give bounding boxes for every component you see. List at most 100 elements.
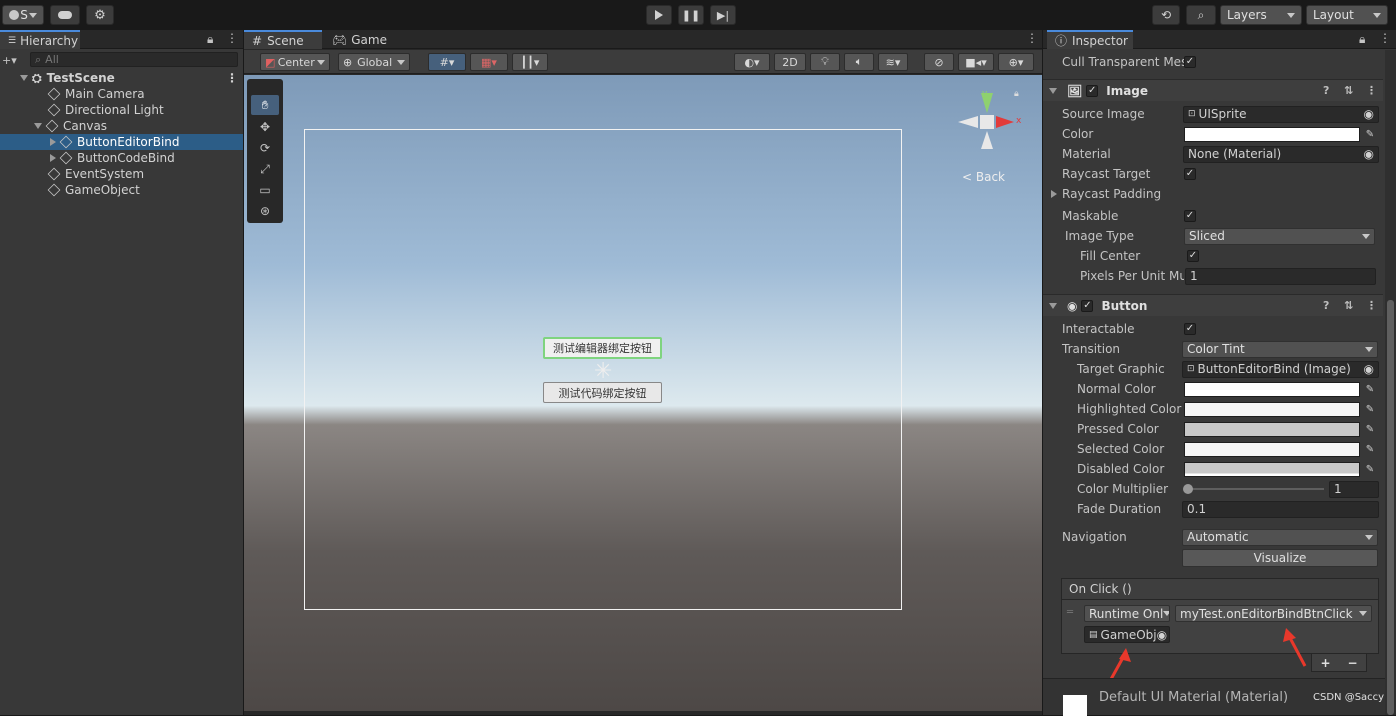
account-dropdown[interactable]: S (2, 5, 44, 25)
space-dropdown[interactable]: ⊕ Global (338, 53, 410, 71)
navigation-dropdown[interactable]: Automatic (1182, 528, 1378, 546)
transition-dropdown[interactable]: Color Tint (1182, 340, 1378, 358)
camera-button[interactable]: ■◂▾ (958, 53, 994, 71)
eyedropper-icon[interactable]: ✎ (1363, 127, 1377, 142)
step-button[interactable]: ▶| (710, 5, 736, 25)
inspector-scrollbar[interactable] (1385, 50, 1396, 715)
fill-center-checkbox[interactable]: ✓ (1187, 250, 1199, 262)
scrollbar-thumb[interactable] (1387, 300, 1394, 715)
eyedropper-icon[interactable]: ✎ (1363, 422, 1377, 437)
hierarchy-search-input[interactable]: ⌕ All (30, 52, 238, 67)
cull-checkbox[interactable]: ✓ (1184, 56, 1196, 68)
highlighted-color-swatch[interactable] (1184, 401, 1360, 417)
hierarchy-item-main-camera[interactable]: Main Camera (0, 86, 243, 102)
image-component-header[interactable]: 🖼︎ ✓ Image ? ⇅ ⋮ (1043, 79, 1383, 101)
pressed-color-swatch[interactable] (1184, 421, 1360, 437)
object-picker-icon[interactable]: ◉ (1364, 362, 1374, 376)
image-type-dropdown[interactable]: Sliced (1184, 227, 1375, 245)
play-button[interactable] (646, 5, 672, 25)
multiplier-slider-thumb[interactable] (1183, 484, 1193, 494)
presets-icon[interactable]: ⇅ (1344, 84, 1353, 97)
expand-icon[interactable] (50, 154, 56, 162)
visibility-button[interactable]: ⊘ (924, 53, 954, 71)
search-button[interactable]: ⌕ (1186, 5, 1216, 25)
move-tool-icon[interactable]: ✥ (251, 117, 279, 137)
gizmo-x-axis[interactable] (996, 116, 1014, 128)
gizmos-button[interactable]: ⊕▾ (998, 53, 1034, 71)
object-picker-icon[interactable]: ◉ (1157, 628, 1167, 642)
lock-icon[interactable]: 🔒︎ (207, 32, 213, 47)
eyedropper-icon[interactable]: ✎ (1363, 442, 1377, 457)
button-editor-bind[interactable]: 测试编辑器绑定按钮 (543, 337, 662, 359)
fade-duration-input[interactable]: 0.1 (1182, 500, 1379, 518)
expand-icon[interactable] (34, 123, 42, 129)
presets-icon[interactable]: ⇅ (1344, 299, 1353, 312)
mode-2d-button[interactable]: 2D (774, 53, 806, 71)
collapse-icon[interactable] (1049, 302, 1057, 309)
raycast-target-checkbox[interactable]: ✓ (1184, 168, 1196, 180)
hierarchy-item-gameobject[interactable]: GameObject (0, 182, 243, 198)
ruler-button[interactable]: ┃┃▾ (512, 53, 548, 71)
more-icon[interactable]: ⋮ (226, 31, 238, 45)
eyedropper-icon[interactable]: ✎ (1363, 462, 1377, 477)
selected-color-swatch[interactable] (1184, 441, 1360, 457)
tab-game[interactable]: 🎮︎ Game (324, 30, 394, 49)
disabled-color-swatch[interactable] (1184, 461, 1360, 477)
layout-dropdown[interactable]: Layout (1306, 5, 1388, 25)
scene-row[interactable]: ⛭ TestScene ⋮ (0, 70, 243, 86)
scene-viewport[interactable]: ✋︎ ✥ ⟳ ⤢ ▭ ⊛ 测试编辑器绑定按钮 ✳ 测试代码绑定按钮 y x 🔒︎… (244, 75, 1042, 711)
multiplier-slider-track[interactable] (1186, 488, 1324, 490)
increment-snap-button[interactable]: ▦▾ (470, 53, 508, 71)
raycast-padding-row[interactable]: Raycast Padding (1043, 184, 1383, 204)
more-icon[interactable]: ⋮ (1379, 31, 1391, 45)
hierarchy-item-buttoncodebind[interactable]: ButtonCodeBind (0, 150, 243, 166)
ppu-input[interactable]: 1 (1185, 267, 1376, 285)
more-icon[interactable]: ⋮ (226, 71, 238, 85)
target-graphic-field[interactable]: ⊡ ButtonEditorBind (Image) ◉ (1182, 360, 1379, 378)
history-button[interactable]: ⟲ (1152, 5, 1180, 25)
gizmo-lock-icon[interactable]: 🔒︎ (1014, 89, 1019, 99)
tab-scene[interactable]: # Scene (244, 30, 322, 49)
object-picker-icon[interactable]: ◉ (1364, 147, 1374, 161)
tab-hierarchy[interactable]: ☰ Hierarchy (0, 30, 80, 49)
method-dropdown[interactable]: myTest.onEditorBindBtnClick (1175, 605, 1372, 622)
color-multiplier-input[interactable]: 1 (1329, 480, 1379, 498)
runtime-dropdown[interactable]: Runtime Onl (1084, 605, 1170, 622)
grid-snap-button[interactable]: #▾ (428, 53, 466, 71)
collab-button[interactable]: ⚙ (86, 5, 114, 25)
more-icon[interactable]: ⋮ (1366, 299, 1377, 312)
eyedropper-icon[interactable]: ✎ (1363, 402, 1377, 417)
pause-button[interactable]: ❚❚ (678, 5, 704, 25)
rotate-tool-icon[interactable]: ⟳ (251, 138, 279, 158)
image-enabled-checkbox[interactable]: ✓ (1086, 84, 1099, 97)
button-enabled-checkbox[interactable]: ✓ (1081, 299, 1094, 312)
draw-mode-button[interactable]: ◐▾ (734, 53, 770, 71)
transform-tool-icon[interactable]: ⊛ (251, 201, 279, 221)
collapse-icon[interactable] (1049, 87, 1057, 94)
hierarchy-item-buttoneditorbind[interactable]: ButtonEditorBind (0, 134, 243, 150)
color-swatch[interactable] (1184, 126, 1360, 142)
hierarchy-item-directional-light[interactable]: Directional Light (0, 102, 243, 118)
gizmo-neg-y[interactable] (981, 131, 993, 149)
expand-icon[interactable] (1051, 190, 1057, 198)
normal-color-swatch[interactable] (1184, 381, 1360, 397)
gizmo-center[interactable] (980, 115, 994, 129)
interactable-checkbox[interactable]: ✓ (1184, 323, 1196, 335)
drag-handle-icon[interactable]: ═ (1067, 607, 1073, 618)
remove-listener-button[interactable]: − (1347, 656, 1357, 670)
effects-button[interactable]: ≋▾ (878, 53, 908, 71)
source-image-field[interactable]: ⊡ UISprite ◉ (1183, 105, 1379, 123)
visualize-button[interactable]: Visualize (1182, 549, 1378, 567)
audio-button[interactable]: 🔈︎ (844, 53, 874, 71)
scale-tool-icon[interactable]: ⤢ (251, 159, 279, 179)
material-field[interactable]: None (Material) ◉ (1183, 145, 1379, 163)
add-listener-button[interactable]: + (1320, 656, 1330, 670)
hierarchy-item-eventsystem[interactable]: EventSystem (0, 166, 243, 182)
tab-inspector[interactable]: ⓘ Inspector (1047, 30, 1133, 49)
help-icon[interactable]: ? (1323, 299, 1329, 312)
orientation-gizmo[interactable]: y x (954, 89, 1024, 159)
pivot-dropdown[interactable]: ◩ Center (260, 53, 330, 71)
help-icon[interactable]: ? (1323, 84, 1329, 97)
rect-tool-icon[interactable]: ▭ (251, 180, 279, 200)
object-picker-icon[interactable]: ◉ (1364, 107, 1374, 121)
